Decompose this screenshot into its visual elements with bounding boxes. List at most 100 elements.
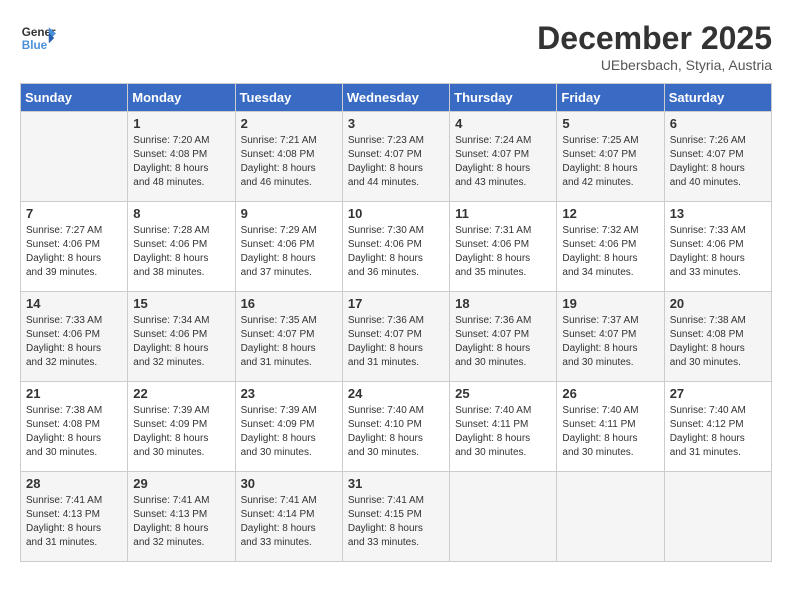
day-number: 15	[133, 296, 229, 311]
logo: General Blue	[20, 20, 60, 56]
day-number: 10	[348, 206, 444, 221]
day-number: 14	[26, 296, 122, 311]
day-number: 6	[670, 116, 766, 131]
day-info: Sunrise: 7:36 AM Sunset: 4:07 PM Dayligh…	[348, 314, 444, 370]
day-info: Sunrise: 7:39 AM Sunset: 4:09 PM Dayligh…	[241, 404, 337, 460]
calendar-cell: 23 Sunrise: 7:39 AM Sunset: 4:09 PM Dayli…	[235, 382, 342, 472]
logo-icon: General Blue	[20, 20, 56, 56]
day-number: 31	[348, 476, 444, 491]
weekday-header-sunday: Sunday	[21, 84, 128, 112]
day-info: Sunrise: 7:40 AM Sunset: 4:11 PM Dayligh…	[455, 404, 551, 460]
calendar-cell	[21, 112, 128, 202]
calendar-cell: 6 Sunrise: 7:26 AM Sunset: 4:07 PM Daylig…	[664, 112, 771, 202]
calendar-cell: 19 Sunrise: 7:37 AM Sunset: 4:07 PM Dayli…	[557, 292, 664, 382]
day-info: Sunrise: 7:31 AM Sunset: 4:06 PM Dayligh…	[455, 224, 551, 280]
day-number: 11	[455, 206, 551, 221]
calendar-cell: 10Sunrise: 7:30 AM Sunset: 4:06 PM Dayli…	[342, 202, 449, 292]
calendar-cell: 26 Sunrise: 7:40 AM Sunset: 4:11 PM Dayli…	[557, 382, 664, 472]
day-number: 9	[241, 206, 337, 221]
day-info: Sunrise: 7:34 AM Sunset: 4:06 PM Dayligh…	[133, 314, 229, 370]
weekday-header-friday: Friday	[557, 84, 664, 112]
day-number: 7	[26, 206, 122, 221]
day-number: 20	[670, 296, 766, 311]
calendar-cell: 4Sunrise: 7:24 AM Sunset: 4:07 PM Daylig…	[450, 112, 557, 202]
day-info: Sunrise: 7:25 AM Sunset: 4:07 PM Dayligh…	[562, 134, 658, 190]
day-info: Sunrise: 7:29 AM Sunset: 4:06 PM Dayligh…	[241, 224, 337, 280]
calendar-cell: 24Sunrise: 7:40 AM Sunset: 4:10 PM Dayli…	[342, 382, 449, 472]
day-info: Sunrise: 7:28 AM Sunset: 4:06 PM Dayligh…	[133, 224, 229, 280]
calendar-cell: 18 Sunrise: 7:36 AM Sunset: 4:07 PM Dayli…	[450, 292, 557, 382]
day-number: 5	[562, 116, 658, 131]
calendar-cell: 16Sunrise: 7:35 AM Sunset: 4:07 PM Dayli…	[235, 292, 342, 382]
calendar-cell: 30Sunrise: 7:41 AM Sunset: 4:14 PM Dayli…	[235, 472, 342, 562]
day-info: Sunrise: 7:38 AM Sunset: 4:08 PM Dayligh…	[670, 314, 766, 370]
day-number: 4	[455, 116, 551, 131]
day-number: 18	[455, 296, 551, 311]
day-info: Sunrise: 7:32 AM Sunset: 4:06 PM Dayligh…	[562, 224, 658, 280]
month-title: December 2025	[537, 20, 772, 57]
day-number: 13	[670, 206, 766, 221]
day-number: 24	[348, 386, 444, 401]
day-info: Sunrise: 7:41 AM Sunset: 4:15 PM Dayligh…	[348, 494, 444, 550]
day-number: 21	[26, 386, 122, 401]
calendar-cell: 17 Sunrise: 7:36 AM Sunset: 4:07 PM Dayli…	[342, 292, 449, 382]
day-info: Sunrise: 7:38 AM Sunset: 4:08 PM Dayligh…	[26, 404, 122, 460]
calendar-body: 1Sunrise: 7:20 AM Sunset: 4:08 PM Daylig…	[21, 112, 772, 562]
day-info: Sunrise: 7:36 AM Sunset: 4:07 PM Dayligh…	[455, 314, 551, 370]
day-number: 23	[241, 386, 337, 401]
day-number: 27	[670, 386, 766, 401]
calendar-cell	[664, 472, 771, 562]
week-row-3: 14 Sunrise: 7:33 AM Sunset: 4:06 PM Dayli…	[21, 292, 772, 382]
calendar-cell: 3Sunrise: 7:23 AM Sunset: 4:07 PM Daylig…	[342, 112, 449, 202]
day-info: Sunrise: 7:40 AM Sunset: 4:11 PM Dayligh…	[562, 404, 658, 460]
location-subtitle: UEbersbach, Styria, Austria	[537, 57, 772, 73]
calendar-cell: 28 Sunrise: 7:41 AM Sunset: 4:13 PM Dayli…	[21, 472, 128, 562]
day-info: Sunrise: 7:33 AM Sunset: 4:06 PM Dayligh…	[26, 314, 122, 370]
week-row-2: 7 Sunrise: 7:27 AM Sunset: 4:06 PM Daylig…	[21, 202, 772, 292]
day-info: Sunrise: 7:27 AM Sunset: 4:06 PM Dayligh…	[26, 224, 122, 280]
day-number: 28	[26, 476, 122, 491]
week-row-5: 28 Sunrise: 7:41 AM Sunset: 4:13 PM Dayli…	[21, 472, 772, 562]
svg-text:Blue: Blue	[22, 39, 48, 52]
calendar-cell: 1Sunrise: 7:20 AM Sunset: 4:08 PM Daylig…	[128, 112, 235, 202]
day-number: 17	[348, 296, 444, 311]
title-block: December 2025 UEbersbach, Styria, Austri…	[537, 20, 772, 73]
day-number: 1	[133, 116, 229, 131]
day-info: Sunrise: 7:26 AM Sunset: 4:07 PM Dayligh…	[670, 134, 766, 190]
week-row-4: 21 Sunrise: 7:38 AM Sunset: 4:08 PM Dayli…	[21, 382, 772, 472]
day-number: 2	[241, 116, 337, 131]
day-number: 12	[562, 206, 658, 221]
day-info: Sunrise: 7:35 AM Sunset: 4:07 PM Dayligh…	[241, 314, 337, 370]
day-info: Sunrise: 7:41 AM Sunset: 4:13 PM Dayligh…	[133, 494, 229, 550]
calendar-cell: 21 Sunrise: 7:38 AM Sunset: 4:08 PM Dayli…	[21, 382, 128, 472]
calendar-cell: 2Sunrise: 7:21 AM Sunset: 4:08 PM Daylig…	[235, 112, 342, 202]
weekday-header-saturday: Saturday	[664, 84, 771, 112]
calendar-table: SundayMondayTuesdayWednesdayThursdayFrid…	[20, 83, 772, 562]
calendar-cell: 7 Sunrise: 7:27 AM Sunset: 4:06 PM Daylig…	[21, 202, 128, 292]
day-number: 29	[133, 476, 229, 491]
weekday-header-tuesday: Tuesday	[235, 84, 342, 112]
calendar-cell: 5 Sunrise: 7:25 AM Sunset: 4:07 PM Daylig…	[557, 112, 664, 202]
calendar-cell	[557, 472, 664, 562]
day-info: Sunrise: 7:41 AM Sunset: 4:13 PM Dayligh…	[26, 494, 122, 550]
day-number: 26	[562, 386, 658, 401]
calendar-cell: 8Sunrise: 7:28 AM Sunset: 4:06 PM Daylig…	[128, 202, 235, 292]
calendar-cell: 27 Sunrise: 7:40 AM Sunset: 4:12 PM Dayli…	[664, 382, 771, 472]
calendar-cell: 13 Sunrise: 7:33 AM Sunset: 4:06 PM Dayli…	[664, 202, 771, 292]
day-info: Sunrise: 7:40 AM Sunset: 4:12 PM Dayligh…	[670, 404, 766, 460]
day-info: Sunrise: 7:23 AM Sunset: 4:07 PM Dayligh…	[348, 134, 444, 190]
weekday-header-row: SundayMondayTuesdayWednesdayThursdayFrid…	[21, 84, 772, 112]
calendar-cell: 15 Sunrise: 7:34 AM Sunset: 4:06 PM Dayli…	[128, 292, 235, 382]
calendar-cell: 14 Sunrise: 7:33 AM Sunset: 4:06 PM Dayli…	[21, 292, 128, 382]
calendar-cell: 9 Sunrise: 7:29 AM Sunset: 4:06 PM Daylig…	[235, 202, 342, 292]
page-header: General Blue December 2025 UEbersbach, S…	[20, 20, 772, 73]
calendar-cell: 25Sunrise: 7:40 AM Sunset: 4:11 PM Dayli…	[450, 382, 557, 472]
day-number: 19	[562, 296, 658, 311]
day-info: Sunrise: 7:33 AM Sunset: 4:06 PM Dayligh…	[670, 224, 766, 280]
calendar-cell: 22Sunrise: 7:39 AM Sunset: 4:09 PM Dayli…	[128, 382, 235, 472]
weekday-header-monday: Monday	[128, 84, 235, 112]
calendar-cell: 20 Sunrise: 7:38 AM Sunset: 4:08 PM Dayli…	[664, 292, 771, 382]
calendar-cell	[450, 472, 557, 562]
calendar-cell: 11 Sunrise: 7:31 AM Sunset: 4:06 PM Dayli…	[450, 202, 557, 292]
day-info: Sunrise: 7:37 AM Sunset: 4:07 PM Dayligh…	[562, 314, 658, 370]
